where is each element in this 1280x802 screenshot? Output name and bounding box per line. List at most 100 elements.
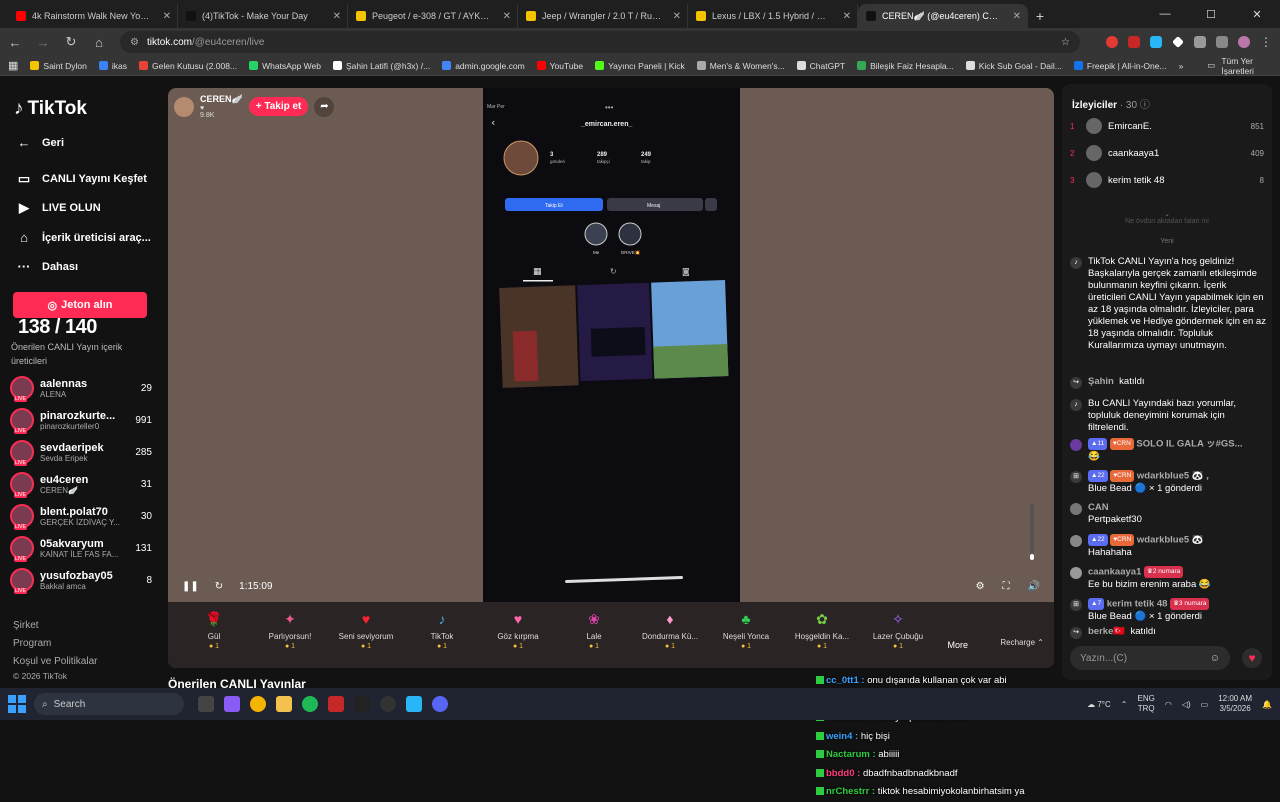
follow-button[interactable]: + Takip et: [248, 97, 309, 116]
chat-username[interactable]: caankaaya1: [1088, 567, 1141, 578]
sidebar-item-3[interactable]: ⌂ İçerik üreticisi araç...: [16, 230, 151, 245]
wifi-icon[interactable]: ◠: [1165, 700, 1172, 709]
close-window-icon[interactable]: ✕: [1234, 0, 1280, 28]
bookmark-star-icon[interactable]: ☆: [1061, 37, 1070, 48]
bookmark-item[interactable]: admin.google.com: [442, 61, 525, 71]
share-icon[interactable]: ➦: [314, 96, 335, 117]
settings-gear-icon[interactable]: ⚙: [976, 581, 985, 592]
creator-item[interactable]: 05akvaryumKAİNAT İLE FAS FA... 131: [10, 534, 152, 562]
browser-tab[interactable]: 4k Rainstorm Walk New York City ✕: [8, 4, 178, 28]
discord-icon[interactable]: [432, 696, 448, 712]
bookmark-item[interactable]: Men's & Women's...: [696, 61, 785, 71]
gift-item[interactable]: ✧ Lazer Çubuğu ● 1: [860, 608, 936, 668]
windows-start-icon[interactable]: [8, 695, 26, 713]
file-explorer-icon[interactable]: [276, 696, 292, 712]
reload-icon[interactable]: ↻: [64, 34, 78, 50]
viewers-header[interactable]: İzleyiciler · 30 ⓘ: [1072, 96, 1150, 111]
pause-icon[interactable]: ❚❚: [182, 581, 199, 592]
speaker-icon[interactable]: ◁): [1182, 700, 1191, 709]
sidebar-item-1[interactable]: ▭ CANLI Yayını Keşfet: [16, 171, 147, 187]
footer-link[interactable]: Program: [13, 635, 97, 653]
home-icon[interactable]: ⌂: [92, 35, 106, 50]
user-avatar[interactable]: [1070, 439, 1082, 451]
menu-dots-icon[interactable]: ⋮: [1260, 36, 1272, 48]
notification-bell-icon[interactable]: 🔔: [1262, 700, 1272, 709]
footer-link[interactable]: Koşul ve Politikalar: [13, 653, 97, 671]
creator-item[interactable]: eu4cerenCEREN🪽 31: [10, 470, 152, 498]
gift-item[interactable]: ❀ Lale ● 1: [556, 608, 632, 668]
new-tab-button[interactable]: +: [1028, 4, 1052, 28]
chat-username[interactable]: wdarkblue5 🐼 ,: [1137, 471, 1209, 482]
creator-item[interactable]: blent.polat70GERÇEK İZDİVAÇ Y... 30: [10, 502, 152, 530]
bookmark-item[interactable]: Yayıncı Paneli | Kick: [595, 61, 685, 71]
app-x-icon[interactable]: [354, 696, 370, 712]
sidebar-item-4[interactable]: ··· Dahası: [16, 259, 79, 274]
gift-item[interactable]: ♪ TikTok ● 1: [404, 608, 480, 668]
gift-item[interactable]: 🌹 Gül ● 1: [176, 608, 252, 668]
bookmark-item[interactable]: Saint Dylon: [30, 61, 87, 71]
gift-item[interactable]: ♣ Neşeli Yonca ● 1: [708, 608, 784, 668]
like-heart-icon[interactable]: ♥: [1242, 648, 1262, 668]
bookmark-item[interactable]: Şahin Latifi (@h3x) /...: [332, 61, 430, 71]
weather-icon[interactable]: ☁ 7°C: [1087, 700, 1111, 709]
refresh-icon[interactable]: ↻: [215, 581, 223, 592]
clock[interactable]: 12:00 AM 3/5/2026: [1218, 694, 1252, 714]
tab-close-icon[interactable]: ✕: [503, 11, 511, 22]
extension-shield-icon[interactable]: [1128, 36, 1140, 48]
gift-item[interactable]: ♥ Seni seviyorum ● 1: [328, 608, 404, 668]
emoji-icon[interactable]: ☺: [1210, 653, 1220, 664]
extension-blue-icon[interactable]: [1150, 36, 1162, 48]
volume-icon[interactable]: 🔊: [1028, 581, 1040, 592]
maximize-icon[interactable]: ☐: [1188, 0, 1234, 28]
footer-link[interactable]: Şirket: [13, 617, 97, 635]
tab-close-icon[interactable]: ✕: [1013, 11, 1021, 22]
live-video[interactable]: Mar Per ••• ‹ _emircan.eren_ 3 gönderi 2…: [483, 88, 740, 602]
extension-diamond-icon[interactable]: [1172, 36, 1184, 48]
extension-red-icon[interactable]: [1106, 36, 1118, 48]
forward-icon[interactable]: →: [36, 35, 50, 50]
copilot-icon[interactable]: [224, 696, 240, 712]
top-viewer-row[interactable]: 3 kerim tetik 48 8: [1070, 172, 1264, 188]
buy-coins-button[interactable]: ◎ Jeton alın: [13, 292, 147, 318]
chat-username[interactable]: CAN: [1088, 502, 1109, 513]
minimize-icon[interactable]: —: [1142, 0, 1188, 28]
tab-close-icon[interactable]: ✕: [333, 11, 341, 22]
bookmark-item[interactable]: Gelen Kutusu (2.008...: [139, 61, 237, 71]
browser-tab[interactable]: Jeep / Wrangler / 2.0 T / Rubicon ✕: [518, 4, 688, 28]
sidebar-item-2[interactable]: ▶ LIVE OLUN: [16, 200, 101, 216]
apps-grid-icon[interactable]: ▦: [8, 59, 18, 72]
host-avatar[interactable]: [174, 96, 194, 117]
site-info-icon[interactable]: ⚙: [130, 37, 139, 48]
app-red-icon[interactable]: [328, 696, 344, 712]
creator-item[interactable]: aalennasALENA 29: [10, 374, 152, 402]
gift-item[interactable]: ✿ Hoşgeldin Ka... ● 1: [784, 608, 860, 668]
url-field[interactable]: ⚙ tiktok.com/@eu4ceren/live ☆: [120, 31, 1080, 53]
joined-user[interactable]: Şahin: [1088, 376, 1114, 387]
creator-item[interactable]: yusufozbay05Bakkal amca 8: [10, 566, 152, 594]
profile-avatar-icon[interactable]: [1238, 36, 1250, 48]
browser-tab[interactable]: Peugeot / e-308 / GT / AYKAN ✕: [348, 4, 518, 28]
fullscreen-icon[interactable]: ⛶: [1003, 581, 1010, 592]
tray-overflow-icon[interactable]: ⌃: [1121, 700, 1128, 709]
creator-item[interactable]: sevdaeripekSevda Eripek 285: [10, 438, 152, 466]
user-avatar[interactable]: [1070, 567, 1082, 579]
creator-item[interactable]: pinarozkurte...pinarozkurteller0 991: [10, 406, 152, 434]
all-bookmarks-link[interactable]: Tüm Yer İşaretleri: [1221, 56, 1272, 76]
bookmark-item[interactable]: ikas: [98, 61, 127, 71]
tab-close-icon[interactable]: ✕: [163, 11, 171, 22]
back-icon[interactable]: ←: [8, 35, 22, 50]
browser-tab[interactable]: (4)TikTok - Make Your Day ✕: [178, 4, 348, 28]
host-info[interactable]: CEREN🪽 ♥ 9.8K: [200, 94, 243, 119]
media-icon[interactable]: [1216, 36, 1228, 48]
gift-item[interactable]: ✦ Parlıyorsun! ● 1: [252, 608, 328, 668]
collapse-chevron-icon[interactable]: ⌄: [1062, 210, 1272, 218]
chat-input[interactable]: Yazın...(C) ☺: [1070, 646, 1230, 670]
bookmark-item[interactable]: WhatsApp Web: [249, 61, 321, 71]
gift-item[interactable]: ♦ Dondurma Kü... ● 1: [632, 608, 708, 668]
info-icon[interactable]: ⓘ: [1140, 100, 1150, 111]
language-indicator[interactable]: ENG TRQ: [1138, 694, 1155, 714]
spotify-icon[interactable]: [302, 696, 318, 712]
bookmark-item[interactable]: Freepik | All-in-One...: [1073, 61, 1167, 71]
recharge-button[interactable]: Recharge ⌃: [1000, 638, 1044, 647]
chat-username[interactable]: SOLO IL GALA ッ#GS...: [1136, 439, 1242, 450]
